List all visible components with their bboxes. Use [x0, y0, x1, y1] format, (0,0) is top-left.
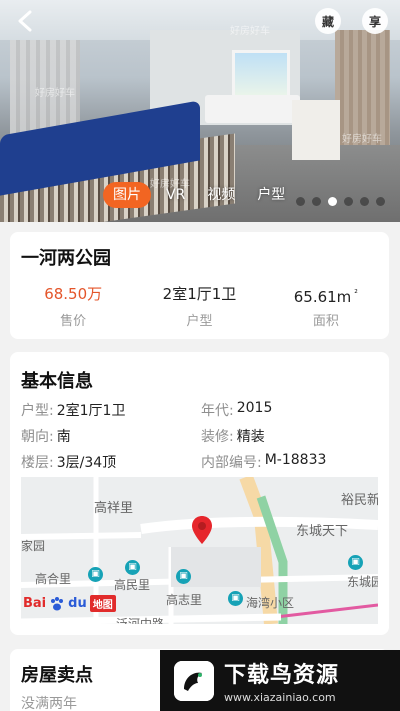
favorite-label: 藏: [321, 14, 334, 29]
location-pin-icon: [192, 516, 212, 544]
bird-logo-icon: [174, 660, 214, 701]
area-value: 65.61m: [293, 288, 352, 306]
site-watermark-url: www.xiazainiao.com: [224, 691, 336, 704]
carousel-dot[interactable]: [312, 197, 321, 206]
tab-floorplan[interactable]: 户型: [250, 182, 292, 208]
carousel-dot[interactable]: [344, 197, 353, 206]
hero-photo[interactable]: 好房好车 好房好车 好房好车 好房好车 藏 享 图片 VR 视频 户型: [0, 0, 400, 222]
bird-icon: [174, 660, 214, 701]
media-tabs: 图片 VR 视频 户型: [103, 182, 292, 208]
selling-points-title: 房屋卖点: [21, 665, 93, 686]
info-layout: 户型: 2室1厅1卫: [21, 400, 201, 420]
info-year: 年代: 2015: [201, 400, 381, 420]
listing-summary-card: 一河两公园 68.50万 售价 2室1厅1卫 户型 65.61m ² 面积: [10, 232, 389, 339]
basic-info-title: 基本信息: [21, 371, 93, 392]
price-label: 售价: [60, 314, 87, 329]
carousel-dot[interactable]: [376, 197, 385, 206]
info-key: 楼层:: [21, 455, 54, 471]
map-label: 泛河中路: [116, 617, 165, 624]
info-row: 户型: 2室1厅1卫 年代: 2015: [21, 397, 381, 423]
room-desk: [292, 100, 340, 160]
carousel-dot[interactable]: [296, 197, 305, 206]
listing-stats: 68.50万 售价 2室1厅1卫 户型 65.61m ² 面积: [10, 284, 389, 329]
tab-photos[interactable]: 图片: [103, 182, 151, 208]
photo-watermark: 好房好车: [342, 134, 382, 145]
room-bed: [205, 95, 300, 123]
poi-marker-icon: ▣: [88, 567, 103, 582]
info-decoration: 装修: 精装: [201, 426, 381, 446]
price-value: 68.50万: [44, 285, 103, 303]
stat-price: 68.50万 售价: [10, 284, 136, 329]
share-label: 享: [368, 14, 381, 29]
site-watermark-name: 下载鸟资源: [224, 663, 340, 688]
poi-marker-icon: ▣: [125, 560, 140, 575]
info-row: 朝向: 南 装修: 精装: [21, 423, 381, 449]
map-label: 高祥里: [94, 501, 134, 516]
info-internal-id: 内部编号: M-18833: [201, 452, 381, 472]
info-floor: 楼层: 3层/34顶: [21, 452, 201, 472]
info-row: 楼层: 3层/34顶 内部编号: M-18833: [21, 449, 381, 475]
paw-icon: [51, 596, 64, 610]
location-map[interactable]: 高祥里 裕民新 东城天下 家园 高合里 高民里 东城园 高志里 海湾小区 泛河中…: [21, 477, 378, 624]
selling-points-text: 没满两年: [21, 696, 77, 711]
stat-layout: 2室1厅1卫 户型: [136, 284, 262, 329]
info-key: 内部编号:: [201, 455, 262, 471]
carousel-dot-active[interactable]: [328, 197, 337, 206]
listing-title: 一河两公园: [21, 248, 111, 269]
map-label: 高志里: [166, 593, 203, 607]
favorite-button[interactable]: 藏: [315, 8, 341, 34]
map-label: 家园: [21, 539, 46, 553]
info-key: 年代:: [201, 403, 234, 419]
carousel-dot[interactable]: [360, 197, 369, 206]
photo-watermark: 好房好车: [35, 88, 75, 99]
map-label: 海湾小区: [246, 596, 295, 610]
poi-marker-icon: ▣: [348, 555, 363, 570]
map-label: 东城天下: [296, 524, 349, 539]
chevron-left-icon: [18, 10, 32, 32]
basic-info-card: 基本信息 户型: 2室1厅1卫 年代: 2015 朝向: 南 装修: 精装 楼层: 3层/…: [10, 352, 389, 635]
info-value: 2室1厅1卫: [56, 403, 126, 419]
carousel-dots: [296, 197, 385, 206]
info-key: 装修:: [201, 429, 234, 445]
photo-watermark: 好房好车: [230, 26, 270, 37]
map-label: 高合里: [35, 572, 72, 586]
basic-info-grid: 户型: 2室1厅1卫 年代: 2015 朝向: 南 装修: 精装 楼层: 3层/34顶 内…: [21, 397, 381, 475]
site-watermark-badge: 下载鸟资源 www.xiazainiao.com: [160, 650, 400, 711]
back-button[interactable]: [12, 8, 38, 34]
room-window: [232, 50, 290, 98]
layout-value: 2室1厅1卫: [162, 285, 237, 303]
info-key: 户型:: [21, 403, 54, 419]
tab-video[interactable]: 视频: [200, 182, 242, 208]
tab-vr[interactable]: VR: [159, 182, 192, 208]
map-label: 高民里: [114, 578, 151, 592]
info-value: M-18833: [264, 452, 327, 468]
baidu-logo-du: du: [68, 596, 87, 611]
area-unit-superscript: ²: [354, 289, 358, 299]
info-orientation: 朝向: 南: [21, 426, 201, 446]
poi-marker-icon: ▣: [176, 569, 191, 584]
area-value-wrap: 65.61m ²: [263, 284, 389, 306]
info-value: 3层/34顶: [56, 455, 117, 471]
share-button[interactable]: 享: [362, 8, 388, 34]
baidu-logo-bai: Bai: [23, 596, 47, 611]
site-watermark-text: 下载鸟资源 www.xiazainiao.com: [224, 657, 339, 704]
layout-label: 户型: [186, 314, 213, 329]
stat-area: 65.61m ² 面积: [263, 284, 389, 329]
area-label: 面积: [312, 314, 339, 329]
map-label: 裕民新: [341, 493, 378, 508]
info-value: 精装: [236, 429, 265, 445]
baidu-logo-ditu: 地图: [89, 595, 116, 612]
info-value: 南: [56, 429, 71, 445]
map-label: 东城园: [347, 575, 378, 589]
info-key: 朝向:: [21, 429, 54, 445]
baidu-map-logo: Bai du 地图: [23, 595, 116, 612]
poi-marker-icon: ▣: [228, 591, 243, 606]
info-value: 2015: [236, 400, 273, 416]
